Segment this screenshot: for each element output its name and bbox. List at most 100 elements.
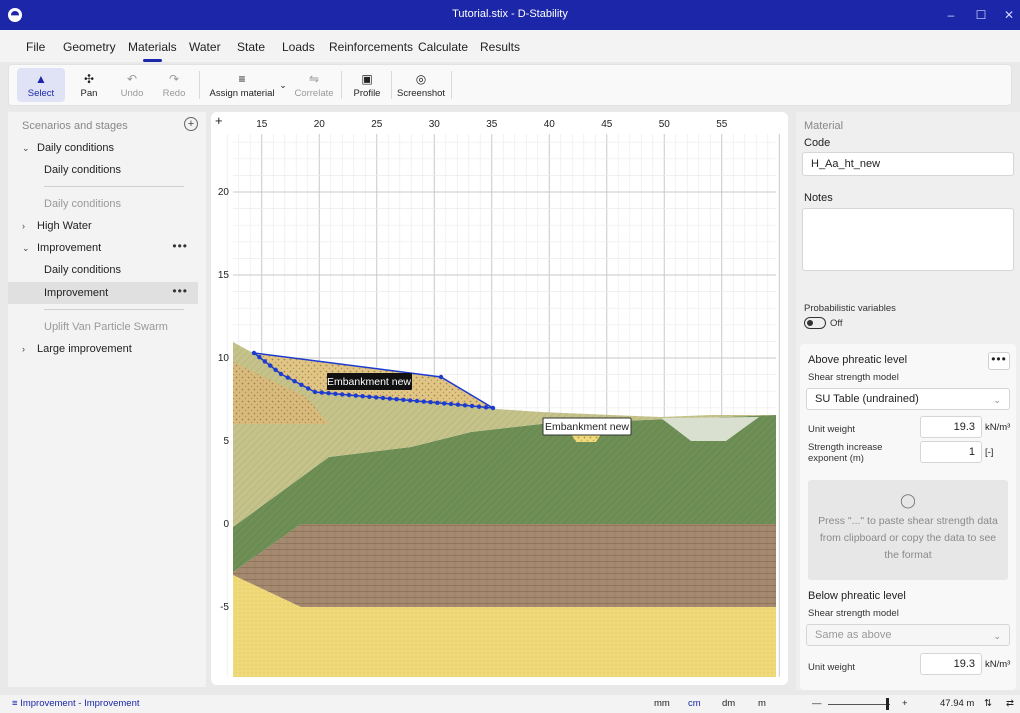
boundary-point[interactable]: [278, 371, 284, 377]
above-unit-weight-input[interactable]: 19.3: [920, 416, 982, 438]
calculation-daily-conditions[interactable]: Daily conditions: [8, 193, 198, 215]
above-model-select[interactable]: SU Table (undrained) ⌄: [806, 388, 1010, 410]
geometry-canvas[interactable]: 15 20 25 30 35 40 45 50 55 20 15 10 5 0 -5 + Embankme…: [211, 112, 788, 685]
menu-state[interactable]: State: [237, 40, 265, 54]
undo-button[interactable]: ↶ Undo: [113, 68, 151, 102]
boundary-point[interactable]: [360, 394, 365, 399]
hint-line-2: from clipboard or copy the data to see: [819, 532, 997, 544]
scenario-improvement[interactable]: ⌄ Improvement •••: [8, 237, 198, 259]
boundary-point[interactable]: [408, 398, 413, 403]
menu-calculate[interactable]: Calculate: [418, 40, 468, 54]
boundary-point[interactable]: [438, 374, 444, 380]
boundary-point[interactable]: [421, 399, 426, 404]
notes-input[interactable]: [802, 208, 1014, 271]
close-button[interactable]: ✕: [1000, 6, 1018, 24]
boundary-point[interactable]: [380, 395, 386, 401]
menu-geometry[interactable]: Geometry: [63, 40, 116, 54]
zoom-slider-handle[interactable]: [886, 698, 889, 710]
boundary-point[interactable]: [490, 405, 496, 411]
embankment-label-hover[interactable]: Embankment new: [542, 417, 632, 436]
boundary-point[interactable]: [273, 367, 278, 372]
more-options-icon[interactable]: •••: [172, 235, 188, 257]
notes-label: Notes: [804, 192, 833, 204]
scenario-daily-conditions[interactable]: ⌄ Daily conditions: [8, 137, 198, 159]
strength-exponent-input[interactable]: 1: [920, 441, 982, 463]
boundary-point[interactable]: [306, 386, 311, 391]
boundary-point[interactable]: [292, 379, 297, 384]
stage-breadcrumb[interactable]: ≡ Improvement - Improvement: [12, 698, 140, 709]
x-tick-label: 30: [429, 119, 441, 130]
redo-button[interactable]: ↷ Redo: [155, 68, 193, 102]
below-model-select[interactable]: Same as above ⌄: [806, 624, 1010, 646]
boundary-point[interactable]: [448, 401, 454, 407]
boundary-point[interactable]: [333, 391, 338, 396]
zoom-out-button[interactable]: —: [812, 698, 822, 709]
zoom-in-button[interactable]: +: [902, 698, 908, 709]
boundary-point[interactable]: [257, 355, 262, 360]
boundary-point[interactable]: [353, 393, 358, 398]
unit-cm[interactable]: cm: [688, 698, 701, 709]
select-tool-button[interactable]: ▲ Select: [17, 68, 65, 102]
boundary-point[interactable]: [326, 391, 331, 396]
boundary-point[interactable]: [476, 404, 482, 409]
boundary-point[interactable]: [401, 397, 406, 402]
boundary-point[interactable]: [394, 397, 399, 402]
scenario-large-improvement[interactable]: › Large improvement: [8, 338, 198, 360]
scenario-high-water[interactable]: › High Water: [8, 215, 198, 237]
maximize-button[interactable]: ☐: [972, 6, 990, 24]
boundary-point[interactable]: [414, 398, 420, 404]
probabilistic-toggle[interactable]: [804, 317, 826, 329]
title-bar: Tutorial.stix - D-Stability – ☐ ✕: [0, 0, 1020, 30]
boundary-point[interactable]: [462, 403, 468, 408]
boundary-point[interactable]: [374, 395, 379, 400]
more-options-icon[interactable]: •••: [172, 280, 188, 302]
boundary-point[interactable]: [435, 400, 440, 405]
sort-icon[interactable]: ⇅: [984, 698, 992, 709]
boundary-point[interactable]: [469, 403, 475, 409]
boundary-point[interactable]: [428, 400, 433, 405]
minimize-button[interactable]: –: [942, 6, 960, 24]
assign-material-button[interactable]: ≡ Assign material: [207, 68, 277, 102]
unit-dm[interactable]: dm: [722, 698, 735, 709]
boundary-point[interactable]: [340, 392, 345, 397]
profile-button[interactable]: ▣ Profile: [347, 68, 387, 102]
calculation-uplift-van[interactable]: Uplift Van Particle Swarm: [8, 316, 198, 338]
menu-results[interactable]: Results: [480, 40, 520, 54]
boundary-point[interactable]: [299, 382, 304, 387]
paste-data-button[interactable]: •••: [988, 352, 1010, 370]
code-input[interactable]: H_Aa_ht_new: [802, 152, 1014, 176]
correlate-button[interactable]: ⇋ Correlate: [289, 68, 339, 102]
menu-file[interactable]: File: [26, 40, 45, 54]
boundary-point[interactable]: [312, 389, 318, 395]
menu-water[interactable]: Water: [189, 40, 221, 54]
assign-material-dropdown[interactable]: ⌄: [277, 68, 289, 102]
menu-materials[interactable]: Materials: [128, 40, 177, 62]
pan-tool-button[interactable]: ✣ Pan: [69, 68, 109, 102]
stage-daily-conditions[interactable]: Daily conditions: [8, 259, 198, 281]
boundary-point[interactable]: [346, 392, 352, 398]
geometry-view[interactable]: 15 20 25 30 35 40 45 50 55 20151050-5 + Embankme…: [211, 112, 788, 685]
boundary-point[interactable]: [319, 390, 324, 395]
screenshot-button[interactable]: ◎ Screenshot: [397, 68, 445, 102]
menu-loads[interactable]: Loads: [282, 40, 315, 54]
swap-icon[interactable]: ⇄: [1006, 698, 1014, 709]
boundary-point[interactable]: [262, 359, 267, 364]
boundary-point[interactable]: [285, 375, 290, 380]
zoom-slider-track[interactable]: [828, 704, 890, 705]
boundary-point[interactable]: [387, 396, 392, 401]
boundary-point[interactable]: [251, 350, 257, 356]
y-tick-label: 5: [223, 436, 229, 447]
embankment-label-selected[interactable]: Embankment new: [327, 373, 412, 390]
unit-mm[interactable]: mm: [654, 698, 670, 709]
boundary-point[interactable]: [442, 401, 447, 406]
below-unit-weight-input[interactable]: 19.3: [920, 653, 982, 675]
stage-daily-conditions[interactable]: Daily conditions: [8, 159, 198, 181]
boundary-point[interactable]: [483, 405, 489, 410]
unit-m[interactable]: m: [758, 698, 766, 709]
boundary-point[interactable]: [367, 394, 372, 399]
menu-reinforcements[interactable]: Reinforcements: [329, 40, 413, 54]
stage-improvement[interactable]: Improvement •••: [8, 282, 198, 304]
add-scenario-button[interactable]: +: [184, 117, 198, 131]
boundary-point[interactable]: [455, 402, 461, 407]
boundary-point[interactable]: [268, 363, 273, 368]
